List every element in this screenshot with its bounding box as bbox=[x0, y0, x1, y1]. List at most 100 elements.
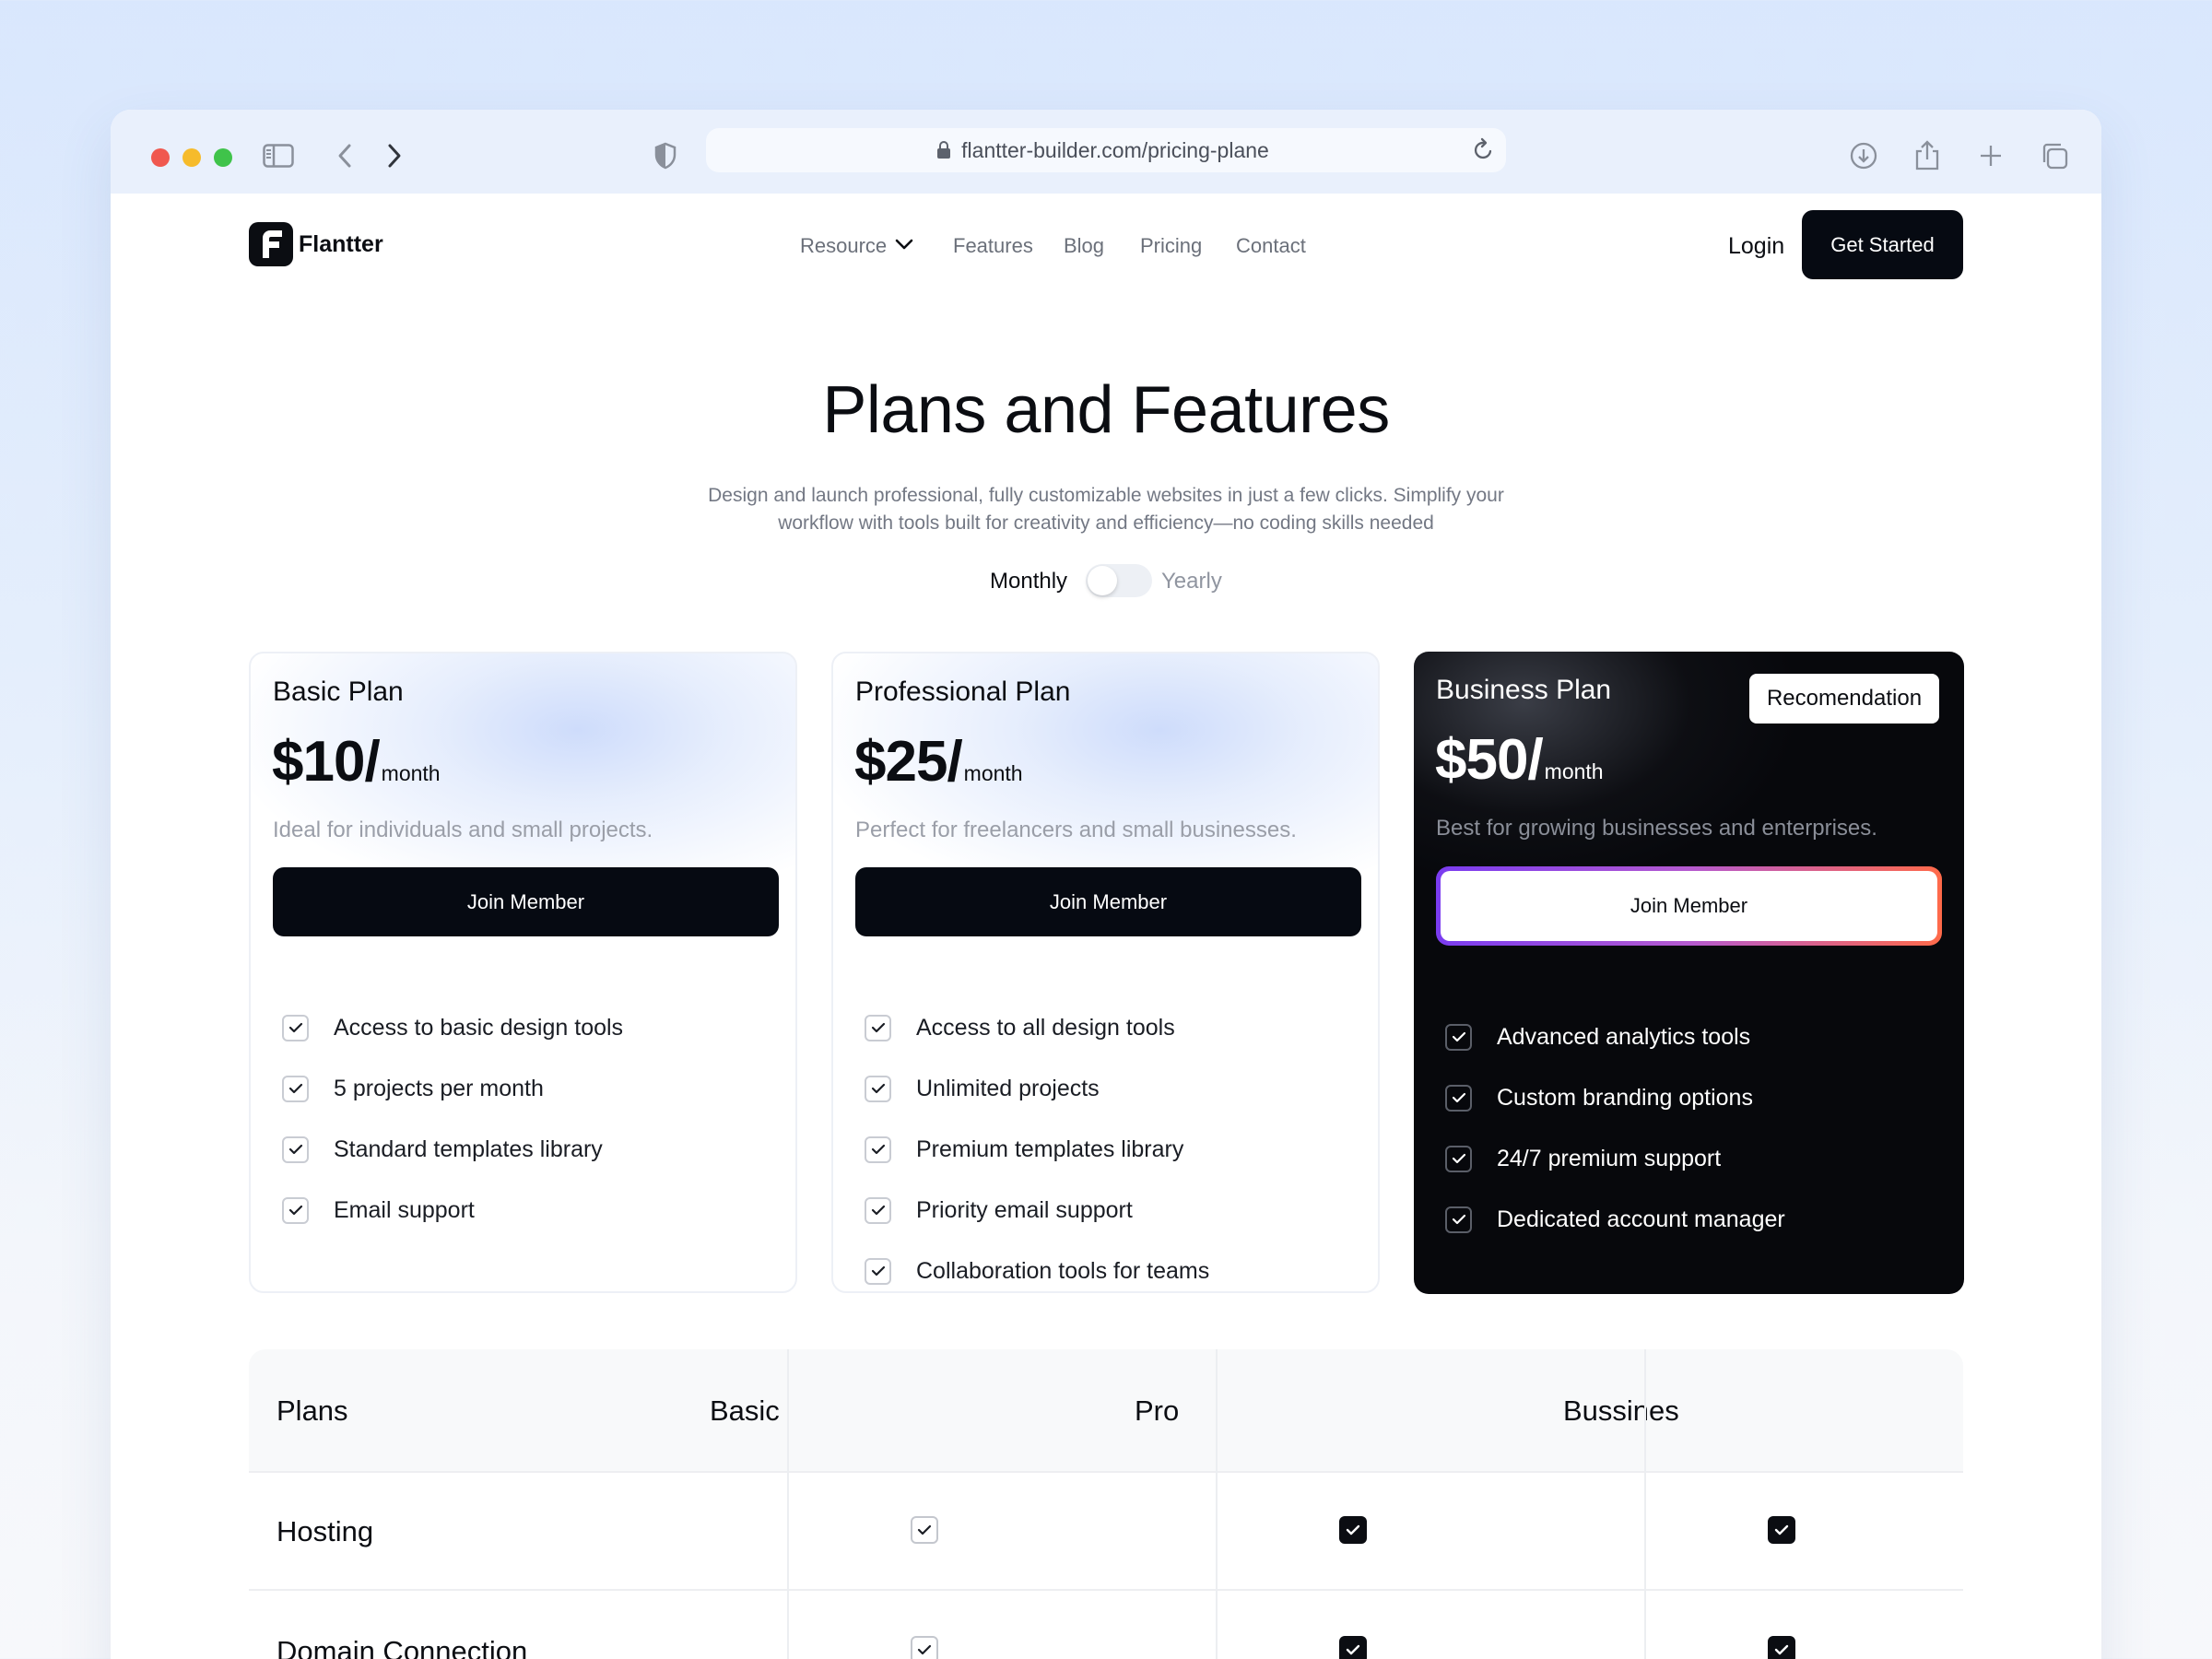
tab-overview-icon[interactable] bbox=[2034, 135, 2075, 176]
nav-link-pricing[interactable]: Pricing bbox=[1140, 234, 1202, 258]
check-icon bbox=[865, 1135, 891, 1163]
check-icon bbox=[282, 1014, 309, 1041]
feature-item: 24/7 premium support bbox=[1445, 1128, 1785, 1189]
price-amount: $10/ bbox=[272, 730, 381, 794]
feature-label: Custom branding options bbox=[1497, 1084, 1753, 1111]
check-icon bbox=[865, 1014, 891, 1041]
feature-item: 5 projects per month bbox=[282, 1058, 623, 1119]
billing-yearly-label[interactable]: Yearly bbox=[1161, 569, 1222, 594]
back-arrow-icon[interactable] bbox=[324, 135, 365, 176]
table-header: Plans Basic Pro Bussines bbox=[249, 1349, 1963, 1473]
brand-logo[interactable] bbox=[249, 222, 293, 266]
check-icon bbox=[865, 1075, 891, 1102]
feature-label: 24/7 premium support bbox=[1497, 1145, 1722, 1171]
close-window-button[interactable] bbox=[151, 148, 170, 167]
chevron-down-icon[interactable] bbox=[894, 238, 914, 255]
check-icon bbox=[282, 1135, 309, 1163]
nav-link-resource[interactable]: Resource bbox=[800, 234, 887, 258]
price-period: month bbox=[963, 761, 1023, 785]
check-icon bbox=[1445, 1206, 1472, 1233]
lock-icon bbox=[936, 140, 951, 165]
price-period: month bbox=[1544, 759, 1604, 783]
feature-label: Access to all design tools bbox=[916, 1014, 1175, 1041]
nav-link-features[interactable]: Features bbox=[953, 234, 1033, 258]
address-bar[interactable]: flantter-builder.com/pricing-plane bbox=[706, 128, 1506, 172]
forward-arrow-icon[interactable] bbox=[374, 135, 415, 176]
download-icon[interactable] bbox=[1843, 135, 1884, 176]
check-icon bbox=[911, 1516, 938, 1544]
feature-item: Unlimited projects bbox=[865, 1058, 1209, 1119]
column-header-basic: Basic bbox=[710, 1394, 780, 1427]
check-icon bbox=[282, 1196, 309, 1224]
feature-item: Email support bbox=[282, 1180, 623, 1241]
browser-toolbar: flantter-builder.com/pricing-plane bbox=[111, 110, 2101, 194]
plan-price: $10/month bbox=[272, 729, 441, 794]
price-amount: $50/ bbox=[1435, 728, 1544, 792]
check-icon bbox=[865, 1196, 891, 1224]
plan-name: Business Plan bbox=[1436, 675, 1612, 705]
feature-item: Priority email support bbox=[865, 1180, 1209, 1241]
feature-label: Priority email support bbox=[916, 1196, 1133, 1223]
column-header-business: Bussines bbox=[1563, 1394, 1679, 1427]
check-icon bbox=[1445, 1145, 1472, 1172]
toggle-knob[interactable] bbox=[1088, 566, 1117, 595]
plan-card-basic: Basic Plan $10/month Ideal for individua… bbox=[249, 652, 797, 1293]
feature-item: Custom branding options bbox=[1445, 1067, 1785, 1128]
join-member-label[interactable]: Join Member bbox=[1441, 871, 1937, 941]
feature-item: Dedicated account manager bbox=[1445, 1189, 1785, 1250]
url-text: flantter-builder.com/pricing-plane bbox=[961, 137, 1269, 162]
join-member-button[interactable]: Join Member bbox=[273, 867, 779, 936]
plan-name: Basic Plan bbox=[273, 677, 404, 707]
recommendation-badge: Recomendation bbox=[1749, 674, 1939, 724]
maximize-window-button[interactable] bbox=[214, 148, 232, 167]
feature-item: Access to basic design tools bbox=[282, 997, 623, 1058]
plan-description: Perfect for freelancers and small busine… bbox=[855, 818, 1297, 842]
minimize-window-button[interactable] bbox=[182, 148, 201, 167]
join-member-button[interactable]: Join Member bbox=[855, 867, 1361, 936]
table-row: Hosting bbox=[249, 1473, 1963, 1591]
page-title: Plans and Features bbox=[822, 373, 1390, 447]
feature-list: Access to basic design tools 5 projects … bbox=[282, 997, 623, 1241]
privacy-shield-icon[interactable] bbox=[645, 135, 686, 176]
feature-label: Premium templates library bbox=[916, 1135, 1184, 1162]
nav-link-contact[interactable]: Contact bbox=[1236, 234, 1306, 258]
comparison-table: Plans Basic Pro Bussines Hosting Domain … bbox=[249, 1349, 1963, 1659]
check-icon bbox=[282, 1075, 309, 1102]
feature-label: 5 projects per month bbox=[334, 1075, 544, 1101]
row-label: Hosting bbox=[276, 1515, 374, 1547]
join-member-button[interactable]: Join Member bbox=[1436, 866, 1942, 946]
get-started-button[interactable]: Get Started bbox=[1802, 210, 1963, 279]
page-subtitle: Design and launch professional, fully cu… bbox=[682, 482, 1530, 537]
feature-label: Access to basic design tools bbox=[334, 1014, 624, 1041]
feature-item: Advanced analytics tools bbox=[1445, 1006, 1785, 1067]
login-link[interactable]: Login bbox=[1728, 233, 1784, 260]
browser-window: flantter-builder.com/pricing-plane Flant… bbox=[111, 110, 2101, 1659]
plan-price: $50/month bbox=[1435, 727, 1604, 793]
column-divider bbox=[787, 1349, 789, 1659]
feature-label: Unlimited projects bbox=[916, 1075, 1100, 1101]
billing-monthly-label[interactable]: Monthly bbox=[990, 569, 1067, 594]
check-icon bbox=[1768, 1516, 1795, 1544]
row-label: Domain Connection bbox=[276, 1635, 528, 1659]
check-icon bbox=[911, 1636, 938, 1659]
feature-label: Dedicated account manager bbox=[1497, 1206, 1785, 1232]
plan-card-professional: Professional Plan $25/month Perfect for … bbox=[831, 652, 1380, 1293]
column-header-pro: Pro bbox=[1135, 1394, 1180, 1427]
sidebar-toggle-icon[interactable] bbox=[258, 135, 299, 176]
plan-description: Ideal for individuals and small projects… bbox=[273, 818, 653, 842]
price-amount: $25/ bbox=[854, 730, 963, 794]
reload-icon[interactable] bbox=[1473, 137, 1495, 167]
share-icon[interactable] bbox=[1907, 135, 1947, 176]
feature-item: Premium templates library bbox=[865, 1119, 1209, 1180]
price-period: month bbox=[381, 761, 441, 785]
check-icon bbox=[1339, 1636, 1367, 1659]
check-icon bbox=[1445, 1023, 1472, 1051]
feature-item: Standard templates library bbox=[282, 1119, 623, 1180]
new-tab-plus-icon[interactable] bbox=[1971, 135, 2011, 176]
nav-link-blog[interactable]: Blog bbox=[1064, 234, 1104, 258]
column-divider bbox=[1216, 1349, 1218, 1659]
plan-price: $25/month bbox=[854, 729, 1023, 794]
feature-label: Collaboration tools for teams bbox=[916, 1257, 1210, 1284]
plan-card-business: Business Plan Recomendation $50/month Be… bbox=[1414, 652, 1964, 1294]
brand-name[interactable]: Flantter bbox=[299, 231, 383, 258]
